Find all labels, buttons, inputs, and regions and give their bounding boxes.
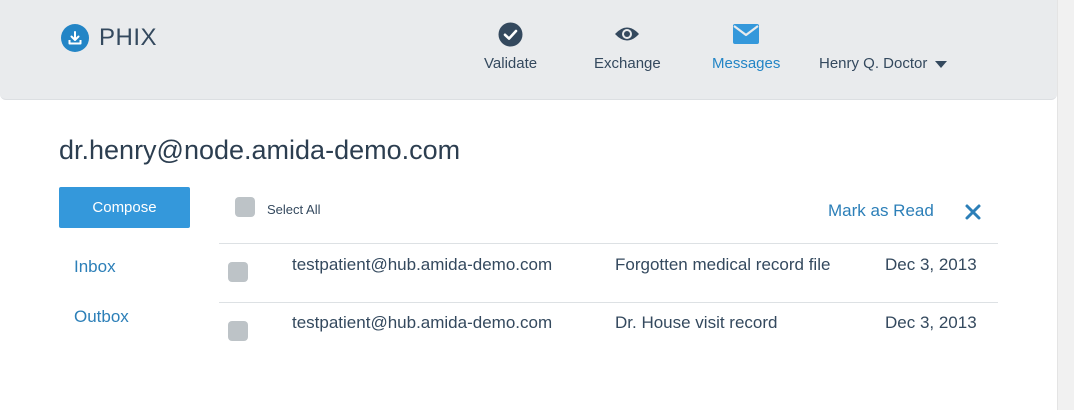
mailbox-address-title: dr.henry@node.amida-demo.com — [59, 135, 461, 165]
message-sender[interactable]: testpatient@hub.amida-demo.com — [292, 255, 552, 275]
nav-validate-label: Validate — [484, 55, 538, 72]
message-checkbox[interactable] — [228, 321, 248, 341]
envelope-icon — [733, 20, 760, 48]
message-subject[interactable]: Dr. House visit record — [615, 313, 778, 333]
select-all-label: Select All — [267, 202, 321, 217]
caret-down-icon — [935, 61, 948, 68]
message-sender[interactable]: testpatient@hub.amida-demo.com — [292, 313, 552, 333]
nav-exchange-label: Exchange — [594, 55, 661, 72]
user-menu-dropdown[interactable]: Henry Q. Doctor — [819, 55, 948, 72]
message-subject[interactable]: Forgotten medical record file — [615, 255, 830, 275]
brand-logo-link[interactable]: PHIX — [61, 24, 157, 52]
nav-exchange[interactable]: Exchange — [594, 20, 661, 72]
divider — [219, 302, 998, 303]
check-circle-icon — [498, 20, 523, 48]
brand-name: PHIX — [99, 24, 158, 51]
divider — [219, 243, 998, 244]
eye-icon — [614, 20, 640, 48]
close-icon[interactable] — [964, 203, 982, 226]
page: PHIX Validate Exchange Messages Henry Q.… — [0, 0, 1074, 410]
user-name: Henry Q. Doctor — [819, 55, 928, 72]
nav-messages[interactable]: Messages — [712, 20, 780, 72]
message-checkbox[interactable] — [228, 262, 248, 282]
vertical-scrollbar[interactable] — [1057, 0, 1074, 410]
top-navbar: PHIX Validate Exchange Messages Henry Q.… — [0, 0, 1057, 100]
compose-button[interactable]: Compose — [59, 187, 190, 228]
mark-as-read-button[interactable]: Mark as Read — [828, 201, 934, 221]
download-icon — [61, 24, 89, 52]
nav-validate[interactable]: Validate — [484, 20, 537, 72]
message-date: Dec 3, 2013 — [885, 313, 977, 332]
nav-messages-label: Messages — [712, 55, 781, 72]
sidebar-item-outbox[interactable]: Outbox — [74, 307, 129, 327]
message-date: Dec 3, 2013 — [885, 255, 977, 274]
sidebar-item-inbox[interactable]: Inbox — [74, 257, 116, 277]
select-all-checkbox[interactable] — [235, 197, 255, 217]
